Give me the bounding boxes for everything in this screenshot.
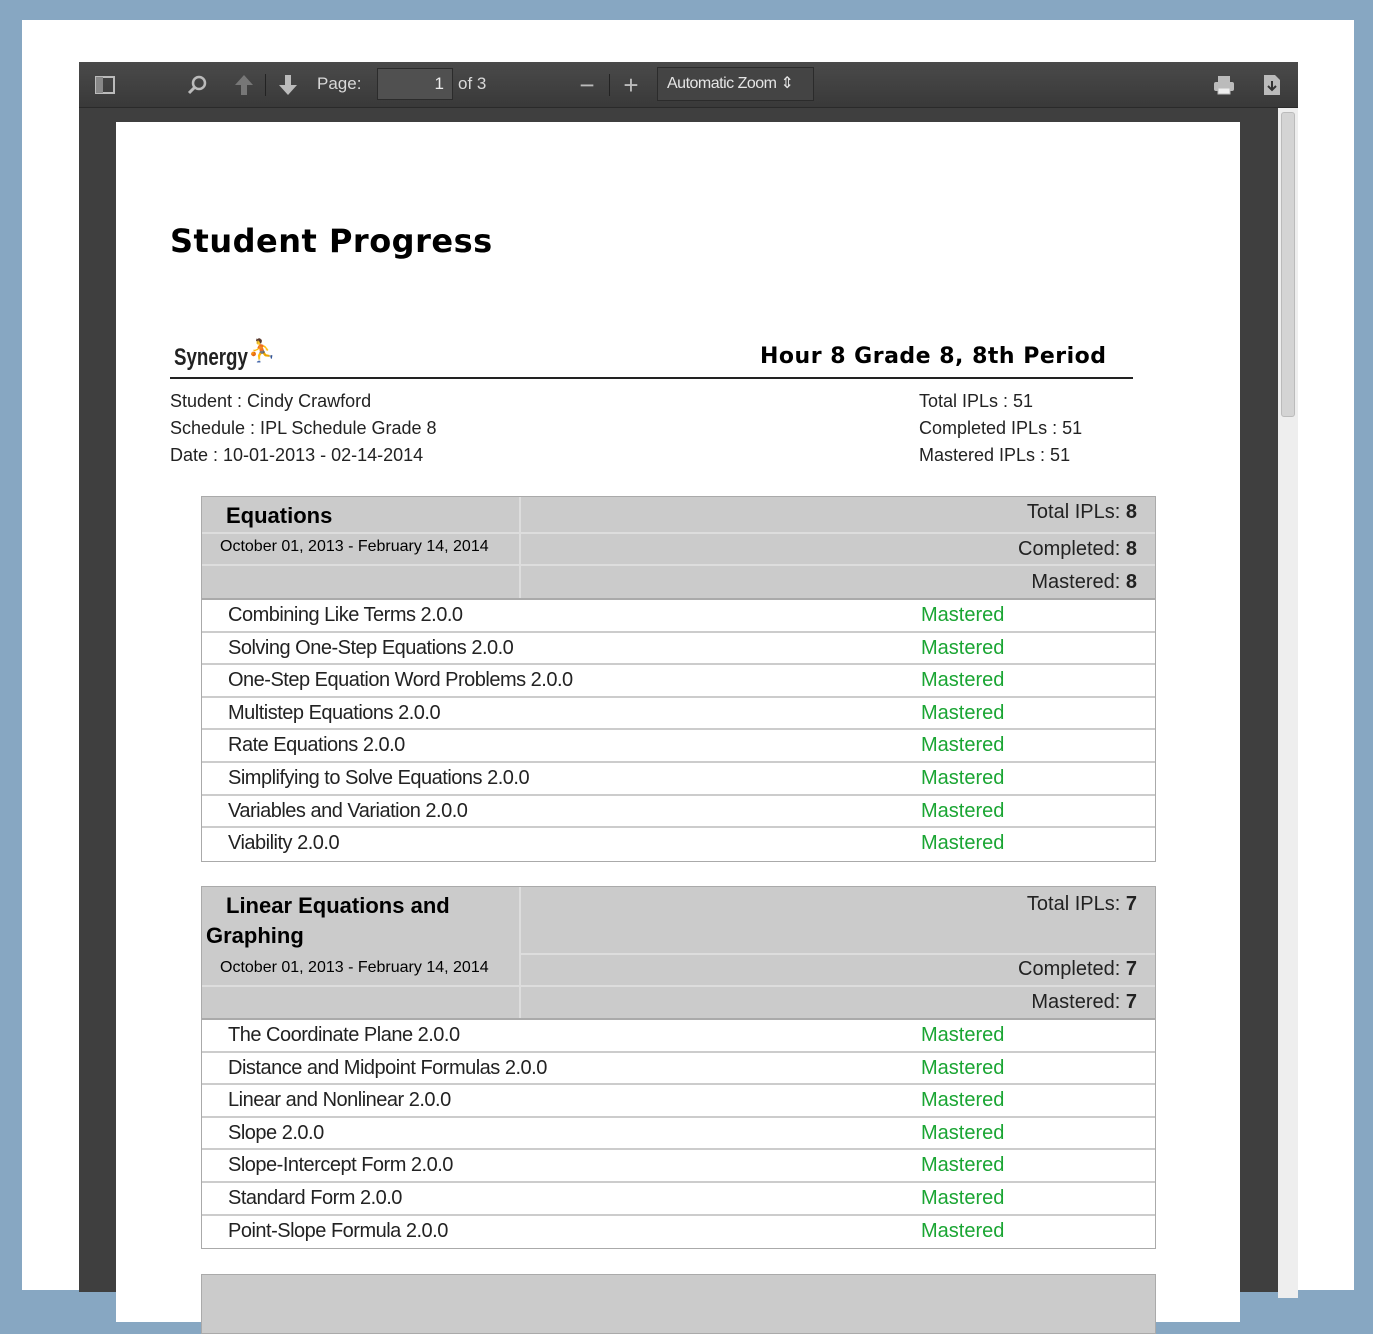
table-row: Slope 2.0.0 Mastered — [202, 1118, 1155, 1151]
pdf-page: Student Progress Synergy ⛹ Hour 8 Grade … — [116, 122, 1240, 1334]
separator — [609, 74, 610, 96]
table-row: Variables and Variation 2.0.0 Mastered — [202, 796, 1155, 829]
section-next — [201, 1274, 1156, 1334]
download-icon[interactable] — [1257, 62, 1287, 108]
table-row: One-Step Equation Word Problems 2.0.0 Mas… — [202, 665, 1155, 698]
ipl-name: Linear and Nonlinear 2.0.0 — [228, 1089, 451, 1112]
table-row: Solving One-Step Equations 2.0.0 Mastered — [202, 633, 1155, 666]
section-dates: October 01, 2013 - February 14, 2014 — [220, 538, 489, 555]
ipl-status: Mastered — [921, 1186, 1005, 1209]
report-title: Student Progress — [170, 222, 493, 260]
ipl-name: Combining Like Terms 2.0.0 — [228, 604, 463, 626]
ipl-status: Mastered — [921, 1056, 1005, 1079]
table-row: Linear and Nonlinear 2.0.0 Mastered — [202, 1085, 1155, 1118]
ipl-status: Mastered — [921, 636, 1005, 659]
section-equations: Equations October 01, 2013 - February 14… — [201, 496, 1156, 862]
ipl-name: Distance and Midpoint Formulas 2.0.0 — [228, 1056, 547, 1079]
section-mastered: Mastered: 8 — [1031, 571, 1137, 593]
section-title-line2: Graphing — [206, 923, 304, 948]
ipl-status: Mastered — [921, 701, 1005, 724]
next-page-icon[interactable] — [273, 62, 303, 108]
ipl-status: Mastered — [921, 1024, 1005, 1046]
ipl-name: Slope 2.0.0 — [228, 1121, 324, 1144]
section-mastered: Mastered: 7 — [1031, 991, 1137, 1013]
vertical-scrollbar[interactable] — [1278, 108, 1298, 1298]
section-header: Linear Equations and Graphing October 01… — [202, 887, 1155, 1020]
zoom-in-icon[interactable]: + — [619, 62, 643, 108]
logo-figure-icon: ⛹ — [248, 338, 276, 363]
table-row: Simplifying to Solve Equations 2.0.0 Mast… — [202, 763, 1155, 796]
ipl-status: Mastered — [921, 1219, 1005, 1242]
table-row: Multistep Equations 2.0.0 Mastered — [202, 698, 1155, 731]
page-label: Page: — [317, 74, 362, 93]
page-count: of 3 — [458, 74, 487, 93]
ipl-status: Mastered — [921, 669, 1005, 692]
scrollbar-thumb[interactable] — [1281, 112, 1295, 417]
ipl-status: Mastered — [921, 832, 1005, 855]
total-ipls: Total IPLs : 51 — [919, 391, 1034, 411]
completed-ipls: Completed IPLs : 51 — [919, 418, 1083, 438]
pdf-toolbar: Page: 1 of 3 − + Automatic Zoom ⇕ — [79, 62, 1298, 108]
ipl-status: Mastered — [921, 1089, 1005, 1112]
chevron-updown-icon: ⇕ — [780, 75, 794, 92]
ipl-status: Mastered — [921, 734, 1005, 757]
table-row: Distance and Midpoint Formulas 2.0.0 Mast… — [202, 1053, 1155, 1086]
section-title: Equations — [226, 503, 333, 528]
section-linear-equations: Linear Equations and Graphing October 01… — [201, 886, 1156, 1250]
ipl-name: Multistep Equations 2.0.0 — [228, 701, 441, 724]
ipl-name: One-Step Equation Word Problems 2.0.0 — [228, 669, 573, 692]
ipl-name: Viability 2.0.0 — [228, 832, 340, 855]
ipl-name: Rate Equations 2.0.0 — [228, 734, 405, 757]
sidebar-toggle-icon[interactable] — [89, 62, 121, 108]
ipl-name: The Coordinate Plane 2.0.0 — [228, 1024, 460, 1046]
ipl-name: Variables and Variation 2.0.0 — [228, 799, 468, 822]
ipl-name: Point-Slope Formula 2.0.0 — [228, 1219, 448, 1242]
ipl-name: Slope-Intercept Form 2.0.0 — [228, 1154, 453, 1177]
section-title-line1: Linear Equations and — [226, 893, 450, 918]
header-rule — [170, 377, 1133, 379]
table-row: Combining Like Terms 2.0.0 Mastered — [202, 600, 1155, 633]
print-icon[interactable] — [1209, 62, 1239, 108]
section-completed: Completed: 8 — [1018, 538, 1137, 560]
zoom-select[interactable]: Automatic Zoom ⇕ — [657, 67, 814, 101]
previous-page-icon[interactable] — [229, 62, 259, 108]
ipl-status: Mastered — [921, 766, 1005, 789]
table-row: The Coordinate Plane 2.0.0 Mastered — [202, 1020, 1155, 1053]
section-completed: Completed: 7 — [1018, 958, 1137, 980]
ipl-name: Standard Form 2.0.0 — [228, 1186, 402, 1209]
zoom-out-icon[interactable]: − — [575, 62, 599, 108]
ipl-status: Mastered — [921, 1154, 1005, 1177]
page-number-input[interactable]: 1 — [377, 68, 453, 100]
table-row: Rate Equations 2.0.0 Mastered — [202, 730, 1155, 763]
section-header: Equations October 01, 2013 - February 14… — [202, 497, 1155, 600]
ipl-name: Solving One-Step Equations 2.0.0 — [228, 636, 514, 659]
student-name: Student : Cindy Crawford — [170, 391, 372, 411]
section-dates: October 01, 2013 - February 14, 2014 — [220, 959, 489, 976]
ipl-status: Mastered — [921, 1121, 1005, 1144]
synergy-logo: Synergy — [174, 344, 248, 371]
table-row: Standard Form 2.0.0 Mastered — [202, 1183, 1155, 1216]
ipl-name: Simplifying to Solve Equations 2.0.0 — [228, 766, 530, 789]
class-title: Hour 8 Grade 8, 8th Period — [760, 344, 1107, 369]
ipl-status: Mastered — [921, 604, 1005, 626]
table-row: Slope-Intercept Form 2.0.0 Mastered — [202, 1150, 1155, 1183]
table-row: Viability 2.0.0 Mastered — [202, 828, 1155, 861]
separator — [265, 74, 266, 96]
date-range: Date : 10-01-2013 - 02-14-2014 — [170, 445, 424, 465]
zoom-select-value: Automatic Zoom — [667, 75, 777, 92]
schedule: Schedule : IPL Schedule Grade 8 — [170, 418, 437, 438]
section-total: Total IPLs: 7 — [1026, 893, 1137, 915]
search-icon[interactable] — [181, 62, 213, 108]
mastered-ipls: Mastered IPLs : 51 — [919, 445, 1071, 465]
ipl-status: Mastered — [921, 799, 1005, 822]
section-total: Total IPLs: 8 — [1026, 501, 1137, 523]
pdf-viewer: Page: 1 of 3 − + Automatic Zoom ⇕ Studen… — [79, 62, 1298, 1334]
table-row: Point-Slope Formula 2.0.0 Mastered — [202, 1216, 1155, 1249]
